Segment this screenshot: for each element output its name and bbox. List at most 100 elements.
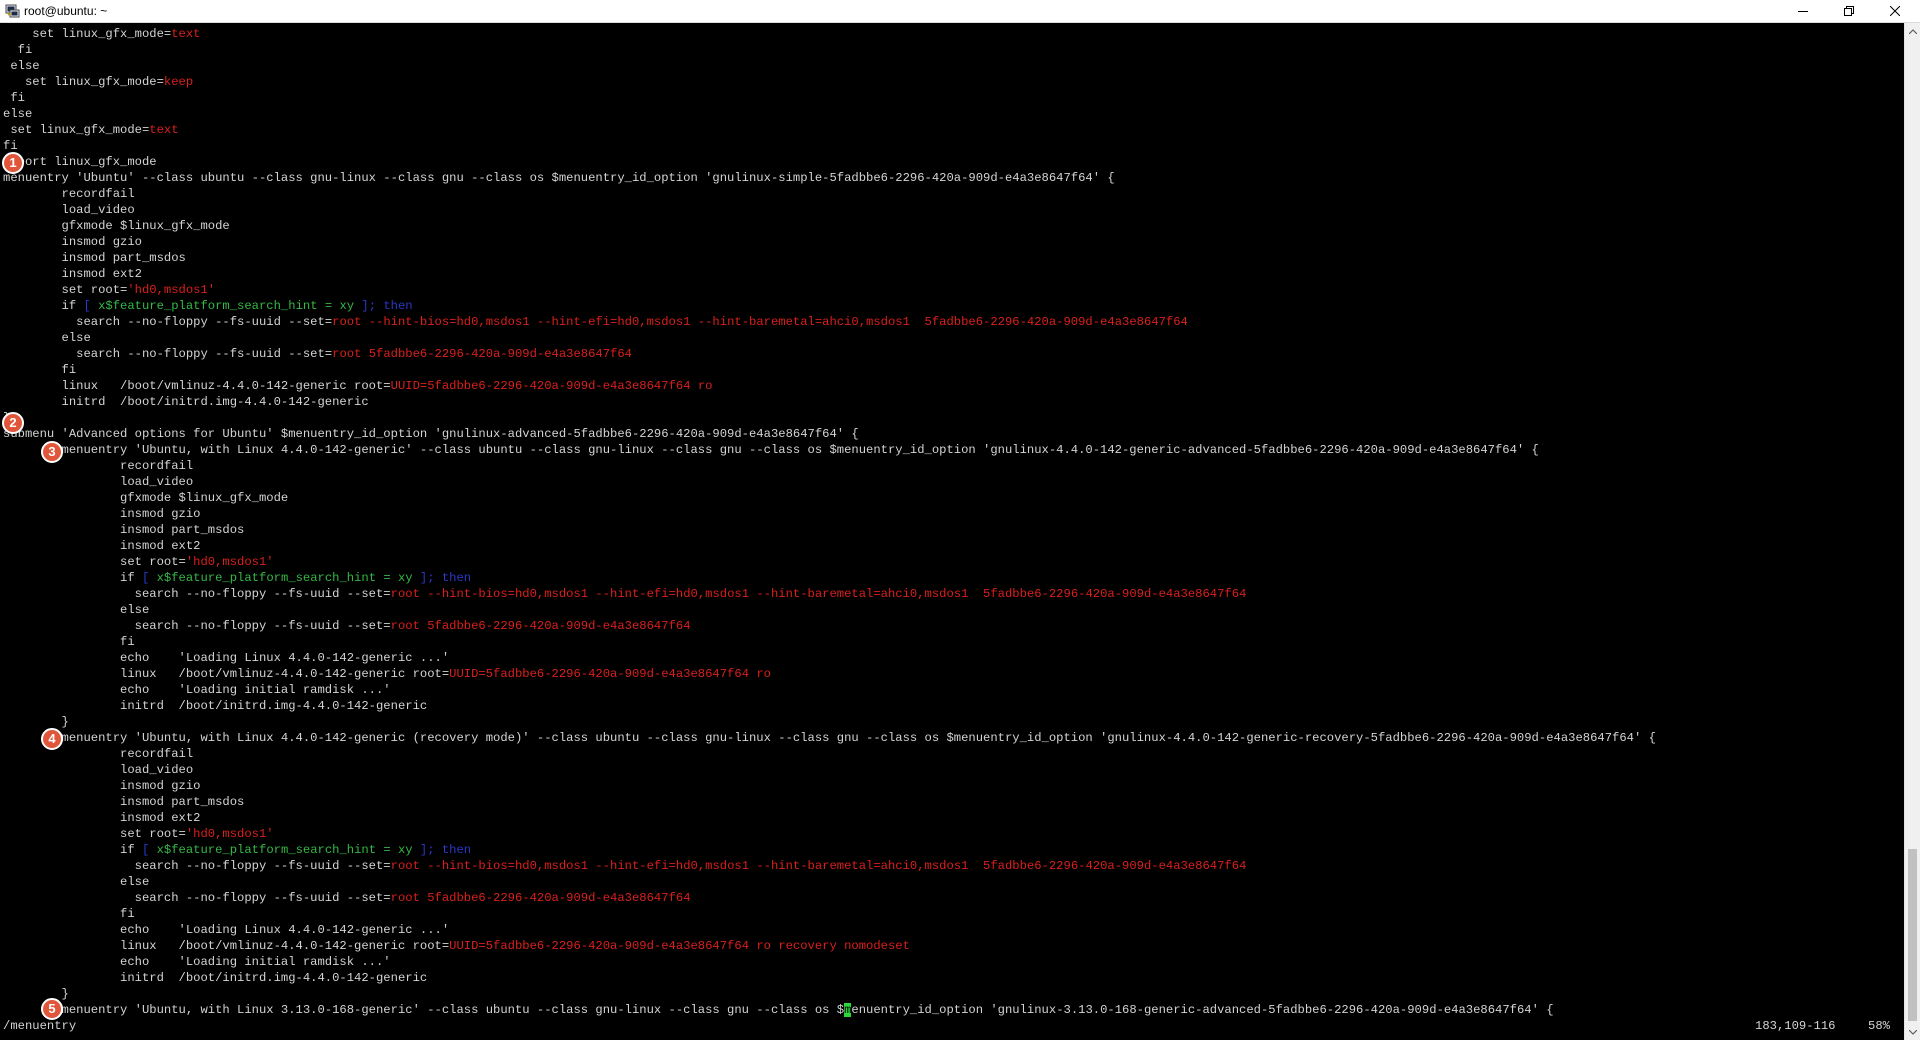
terminal-text-segment: insmod part_msdos <box>3 523 245 537</box>
terminal-text-segment: root --hint-bios=hd0,msdos1 --hint-efi=h… <box>390 587 1247 601</box>
minimize-icon <box>1798 11 1808 12</box>
terminal-text-segment: UUID=5fadbbe6-2296-420a-909d-e4a3e8647f6… <box>449 667 771 681</box>
chevron-down-icon <box>1909 1029 1917 1035</box>
terminal-line: fi <box>3 634 135 650</box>
terminal-line: menuentry 'Ubuntu, with Linux 3.13.0-168… <box>3 1002 1554 1018</box>
terminal-line: if [ x$feature_platform_search_hint = xy… <box>3 842 471 858</box>
terminal-text-segment: root 5fadbbe6-2296-420a-909d-e4a3e8647f6… <box>390 891 691 905</box>
terminal-line: } <box>3 714 69 730</box>
terminal-text-segment: echo 'Loading initial ramdisk ...' <box>3 955 391 969</box>
scroll-up-button[interactable] <box>1905 23 1920 39</box>
terminal-line: linux /boot/vmlinuz-4.4.0-142-generic ro… <box>3 938 910 954</box>
terminal-text-segment: load_video <box>3 475 194 489</box>
terminal-line: fi <box>3 362 77 378</box>
terminal-text-segment: fi <box>3 907 135 921</box>
terminal-text-segment: root 5fadbbe6-2296-420a-909d-e4a3e8647f6… <box>390 619 691 633</box>
terminal-line: recordfail <box>3 458 193 474</box>
terminal-text-segment: x$feature_platform_search_hint = xy <box>98 299 355 313</box>
terminal-text-segment: if <box>3 299 84 313</box>
restore-icon <box>1844 6 1854 16</box>
terminal-text-segment: insmod gzio <box>3 507 201 521</box>
terminal-text-segment: recordfail <box>3 459 194 473</box>
terminal-text-segment: fi <box>3 43 33 57</box>
terminal-line: else <box>3 106 32 122</box>
terminal-text-segment: [ <box>83 299 99 313</box>
terminal-text-segment: insmod ext2 <box>3 267 142 281</box>
terminal-text-segment: linux /boot/vmlinuz-4.4.0-142-generic ro… <box>3 939 450 953</box>
status-scroll-percent: 58% <box>1868 1019 1890 1033</box>
terminal-text-segment: root --hint-bios=hd0,msdos1 --hint-efi=h… <box>332 315 1188 329</box>
terminal-text-segment: search --no-floppy --fs-uuid --set= <box>3 587 391 601</box>
terminal-line: search --no-floppy --fs-uuid --set=root … <box>3 586 1247 602</box>
terminal-text-segment: menuentry 'Ubuntu, with Linux 4.4.0-142-… <box>3 443 1539 457</box>
terminal-text-segment: gfxmode $linux_gfx_mode <box>3 491 289 505</box>
terminal-text-segment: x$feature_platform_search_hint = xy <box>156 571 413 585</box>
terminal-line: fi <box>3 906 135 922</box>
terminal-line: load_video <box>3 474 193 490</box>
terminal-text-segment: else <box>3 107 33 121</box>
terminal-line: export linux_gfx_mode <box>3 154 157 170</box>
annotation-marker: 3 <box>41 441 63 463</box>
terminal-line: echo 'Loading Linux 4.4.0-142-generic ..… <box>3 922 449 938</box>
terminal-text-segment: text <box>171 27 201 41</box>
terminal-text-segment: else <box>3 875 150 889</box>
terminal-line: search --no-floppy --fs-uuid --set=root … <box>3 618 691 634</box>
terminal-text-segment: text <box>149 123 179 137</box>
terminal-text-segment: else <box>3 59 40 73</box>
terminal-text-segment: ]; then <box>354 299 413 313</box>
terminal-text-segment: menuentry 'Ubuntu' --class ubuntu --clas… <box>3 171 1115 185</box>
terminal-text-segment: set root= <box>3 827 186 841</box>
scrollbar-thumb[interactable] <box>1908 849 1917 1021</box>
terminal-line: set root='hd0,msdos1' <box>3 282 216 298</box>
terminal-text-segment: insmod gzio <box>3 779 201 793</box>
terminal-text-segment: } <box>3 987 69 1001</box>
terminal-text-segment: if <box>3 571 142 585</box>
terminal-line: else <box>3 330 91 346</box>
terminal-line: insmod part_msdos <box>3 794 244 810</box>
terminal-text-segment: insmod ext2 <box>3 811 201 825</box>
terminal-text-segment: fi <box>3 635 135 649</box>
terminal-text-segment: search --no-floppy --fs-uuid --set= <box>3 859 391 873</box>
terminal-text-segment: insmod part_msdos <box>3 251 186 265</box>
terminal-line: initrd /boot/initrd.img-4.4.0-142-generi… <box>3 394 369 410</box>
terminal-text-segment: load_video <box>3 203 135 217</box>
terminal-text-segment: insmod ext2 <box>3 539 201 553</box>
terminal-text-segment: ]; then <box>412 571 472 585</box>
terminal-line: menuentry 'Ubuntu' --class ubuntu --clas… <box>3 170 1115 186</box>
annotation-marker: 4 <box>41 728 63 750</box>
terminal-text-segment: initrd /boot/initrd.img-4.4.0-142-generi… <box>3 971 428 985</box>
terminal-line: insmod part_msdos <box>3 522 244 538</box>
terminal-line: insmod ext2 <box>3 266 142 282</box>
terminal-text-segment: set root= <box>3 555 186 569</box>
terminal-text-segment: fi <box>3 363 77 377</box>
terminal-line: insmod part_msdos <box>3 250 186 266</box>
window-title: root@ubuntu: ~ <box>24 4 108 18</box>
close-button[interactable] <box>1872 0 1918 22</box>
terminal-line: else <box>3 58 40 74</box>
terminal-line: search --no-floppy --fs-uuid --set=root … <box>3 346 632 362</box>
title-bar[interactable]: root@ubuntu: ~ <box>0 0 1920 23</box>
terminal-text-segment: echo 'Loading Linux 4.4.0-142-generic ..… <box>3 923 450 937</box>
minimize-button[interactable] <box>1780 0 1826 22</box>
terminal-text-segment: if <box>3 843 142 857</box>
terminal-text-segment: insmod part_msdos <box>3 795 245 809</box>
close-icon <box>1890 6 1900 16</box>
terminal-output[interactable]: /menuentry 183,109-116 58% set linux_gfx… <box>0 23 1904 1040</box>
scroll-down-button[interactable] <box>1905 1024 1920 1040</box>
terminal-text-segment: menuentry 'Ubuntu, with Linux 4.4.0-142-… <box>3 731 1656 745</box>
restore-button[interactable] <box>1826 0 1872 22</box>
terminal-text-segment: } <box>3 715 69 729</box>
terminal-line: fi <box>3 42 33 58</box>
terminal-line: linux /boot/vmlinuz-4.4.0-142-generic ro… <box>3 378 713 394</box>
terminal-line: if [ x$feature_platform_search_hint = xy… <box>3 298 413 314</box>
terminal-text-segment: else <box>3 331 91 345</box>
terminal-text-segment: 'hd0,msdos1' <box>127 283 216 297</box>
terminal-text-segment: linux /boot/vmlinuz-4.4.0-142-generic ro… <box>3 379 391 393</box>
terminal-text-segment: gfxmode $linux_gfx_mode <box>3 219 230 233</box>
terminal-line: fi <box>3 90 25 106</box>
chevron-up-icon <box>1909 28 1917 34</box>
terminal-line: load_video <box>3 762 193 778</box>
terminal-text-segment: echo 'Loading Linux 4.4.0-142-generic ..… <box>3 651 450 665</box>
vertical-scrollbar[interactable] <box>1904 23 1920 1040</box>
terminal-line: recordfail <box>3 746 193 762</box>
